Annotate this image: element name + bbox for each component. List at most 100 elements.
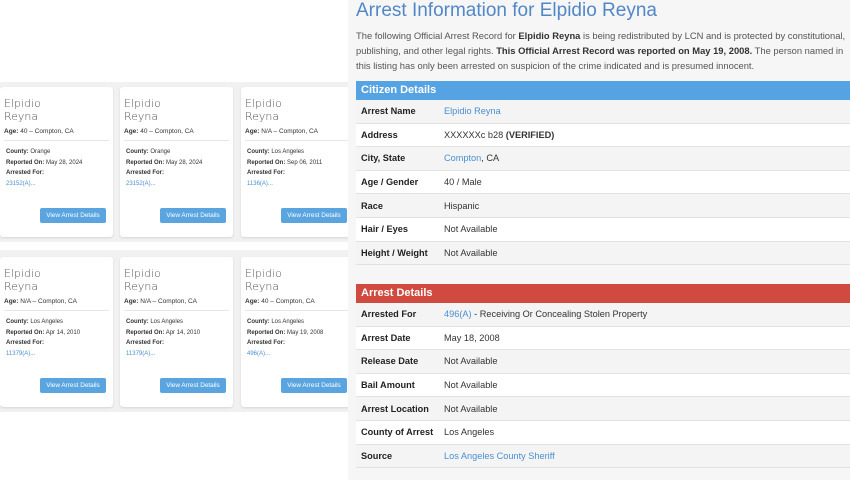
table-row: County of Arrest Los Angeles [356, 420, 850, 445]
height-weight-value: Not Available [444, 247, 498, 258]
card-age-location: Age: N/A – Compton, CA [4, 298, 77, 305]
card-last-name: Reyna [124, 280, 159, 293]
card-first-name: Elpidio [124, 97, 161, 110]
card-reported-label: Reported On: [126, 159, 165, 166]
card-age-text: 40 – Compton, CA [261, 298, 315, 305]
card-age-label: Age: [245, 128, 260, 135]
card-charge-code-link[interactable]: 23152(A)... [6, 179, 82, 190]
card-charge-code-link[interactable]: 11379(A)... [126, 349, 200, 360]
intro-paragraph: The following Official Arrest Record for… [356, 28, 848, 73]
card-reported: Reported On: Apr 14, 2010 [126, 328, 200, 339]
card-first-name: Elpidio [4, 97, 41, 110]
view-arrest-details-button[interactable]: View Arrest Details [281, 208, 347, 223]
card-person-name: Elpidio Reyna [124, 267, 232, 293]
view-arrest-details-button[interactable]: View Arrest Details [40, 208, 106, 223]
arrest-card: Elpidio Reyna Age: N/A – Compton, CA County… [0, 257, 113, 407]
card-arrested-for: Arrested For: [126, 168, 202, 179]
card-arrested-label: Arrested For: [126, 340, 165, 346]
card-county-label: County: [247, 149, 270, 155]
card-county-label: County: [6, 319, 29, 325]
card-age-label: Age: [124, 128, 139, 135]
card-arrested-for: Arrested For: [6, 168, 82, 179]
race-value: Hispanic [444, 200, 480, 211]
table-row: Age / Gender 40 / Male [356, 170, 850, 195]
card-age-label: Age: [4, 128, 19, 135]
table-row: City, State Compton, CA [356, 147, 850, 171]
card-age-location: Age: 40 – Compton, CA [245, 298, 315, 305]
release-date-value: Not Available [444, 356, 498, 367]
hair-eyes-value: Not Available [444, 224, 498, 235]
card-meta: County: Los Angeles Reported On: Sep 06, … [247, 147, 322, 189]
card-last-name: Reyna [245, 280, 280, 293]
table-row: Arrest Location Not Available [356, 397, 850, 421]
bail-amount-value: Not Available [444, 380, 498, 391]
card-arrested-for: Arrested For: [247, 338, 323, 349]
card-first-name: Elpidio [4, 267, 41, 280]
card-age-text: N/A – Compton, CA [261, 128, 318, 135]
card-charge-code-link[interactable]: 1136(A)... [247, 179, 322, 190]
age-gender-value: 40 / Male [444, 177, 482, 188]
row-label: Race [361, 200, 383, 211]
view-arrest-details-button[interactable]: View Arrest Details [40, 378, 106, 393]
card-charge-code-link[interactable]: 23152(A)... [126, 179, 202, 190]
row-label: Release Date [361, 356, 419, 367]
card-arrested-label: Arrested For: [247, 340, 286, 346]
card-county: County: Orange [126, 147, 202, 158]
card-divider [4, 310, 109, 311]
card-arrested-label: Arrested For: [126, 170, 165, 176]
address-value: XXXXXXc b28 (VERIFIED) [444, 130, 554, 140]
state-text: , CA [481, 153, 500, 164]
card-arrested-for: Arrested For: [6, 338, 80, 349]
arrest-location-value: Not Available [444, 403, 498, 414]
charge-code-link[interactable]: 496(A) [444, 309, 472, 319]
row-label: Address [361, 129, 398, 140]
view-arrest-details-button[interactable]: View Arrest Details [281, 378, 347, 393]
card-charge-code-link[interactable]: 496(A)... [247, 349, 323, 360]
card-reported-label: Reported On: [6, 329, 45, 336]
card-county: County: Orange [6, 147, 82, 158]
arrest-name-link[interactable]: Elpidio Reyna [444, 106, 501, 116]
row-label: Bail Amount [361, 380, 415, 391]
card-county: County: Los Angeles [247, 147, 322, 158]
card-meta: County: Los Angeles Reported On: Apr 14, … [6, 317, 80, 359]
card-divider [4, 140, 109, 141]
view-arrest-details-button[interactable]: View Arrest Details [160, 378, 226, 393]
card-age-location: Age: 40 – Compton, CA [124, 128, 194, 135]
arrest-card: Elpidio Reyna Age: 40 – Compton, CA County:… [241, 257, 354, 407]
card-divider [124, 140, 229, 141]
card-county-label: County: [126, 319, 149, 325]
arrest-card: Elpidio Reyna Age: 40 – Compton, CA County:… [120, 87, 233, 237]
card-meta: County: Orange Reported On: May 28, 2024 A… [6, 147, 82, 189]
card-charge-code-link[interactable]: 11379(A)... [6, 349, 80, 360]
card-age-text: N/A – Compton, CA [140, 298, 197, 305]
row-label: Arrest Date [361, 332, 411, 343]
card-county-label: County: [6, 149, 29, 155]
card-reported-label: Reported On: [126, 329, 165, 336]
card-person-name: Elpidio Reyna [124, 97, 232, 123]
card-meta: County: Los Angeles Reported On: May 19, … [247, 317, 323, 359]
card-arrested-label: Arrested For: [6, 170, 45, 176]
card-first-name: Elpidio [124, 267, 161, 280]
arrest-card: Elpidio Reyna Age: 40 – Compton, CA County:… [0, 87, 113, 237]
table-row: Height / Weight Not Available [356, 241, 850, 266]
view-arrest-details-button[interactable]: View Arrest Details [160, 208, 226, 223]
card-reported-label: Reported On: [247, 329, 286, 336]
card-age-location: Age: 40 – Compton, CA [4, 128, 74, 135]
card-meta: County: Los Angeles Reported On: Apr 14, … [126, 317, 200, 359]
row-label: Arrested For [361, 309, 417, 320]
card-person-name: Elpidio Reyna [4, 267, 112, 293]
card-divider [124, 310, 229, 311]
card-reported-value: May 28, 2024 [166, 159, 203, 166]
card-reported-label: Reported On: [247, 159, 286, 166]
card-first-name: Elpidio [245, 97, 282, 110]
card-last-name: Reyna [4, 280, 39, 293]
card-county-value: Orange [150, 149, 171, 155]
card-age-label: Age: [124, 298, 139, 305]
source-link[interactable]: Los Angeles County Sheriff [444, 451, 555, 461]
card-reported: Reported On: May 19, 2008 [247, 328, 323, 339]
card-age-location: Age: N/A – Compton, CA [124, 298, 197, 305]
card-person-name: Elpidio Reyna [4, 97, 112, 123]
arrest-details-header: Arrest Details [356, 284, 850, 303]
card-county: County: Los Angeles [247, 317, 323, 328]
city-link[interactable]: Compton [444, 153, 481, 163]
